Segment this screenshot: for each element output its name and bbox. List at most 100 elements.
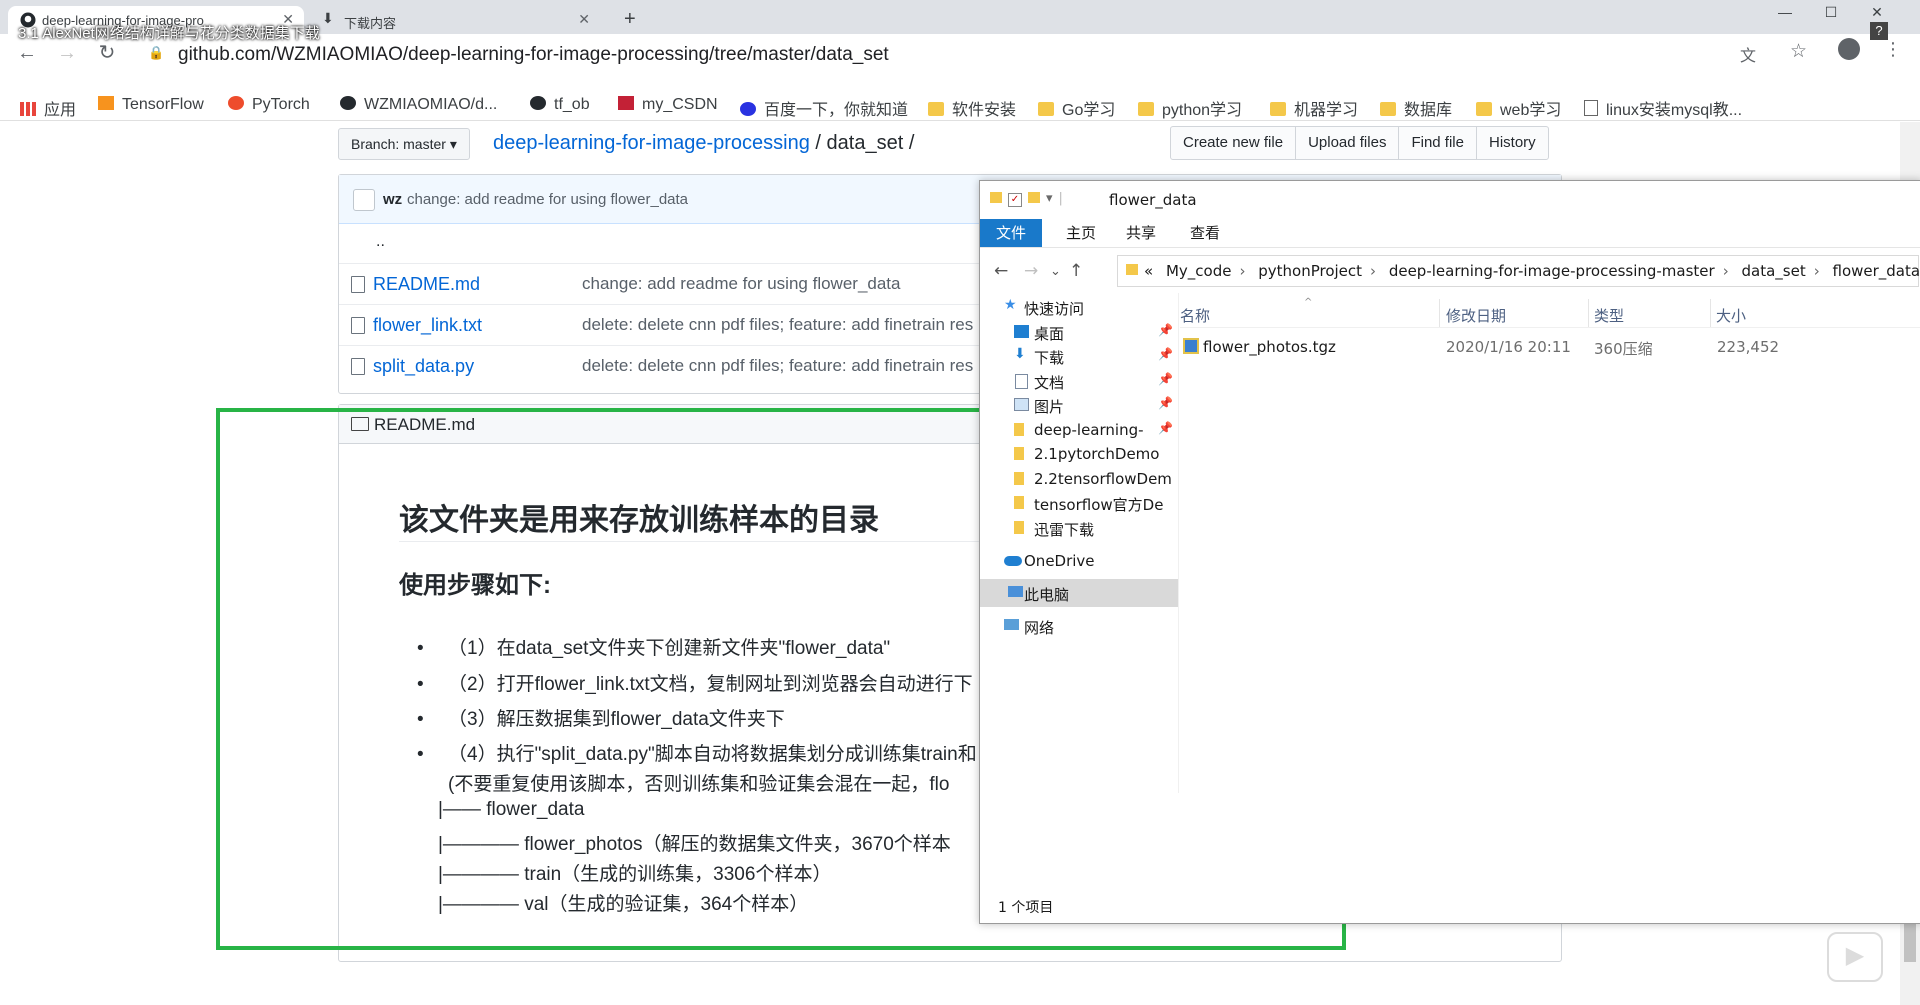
back-icon[interactable]: ← — [994, 261, 1008, 281]
parent-directory-link[interactable]: .. — [376, 233, 385, 251]
close-icon[interactable]: ✕ — [578, 11, 590, 28]
reload-icon[interactable]: ↻ — [94, 40, 120, 66]
path-segment[interactable]: pythonProject — [1258, 262, 1362, 280]
bookmark-apps[interactable]: 应用 — [20, 96, 76, 120]
menu-icon[interactable]: ⋮ — [1884, 39, 1902, 60]
ribbon-tab-view[interactable]: 查看 — [1174, 219, 1236, 247]
commit-message[interactable]: change: add readme for using flower_data — [407, 191, 688, 208]
file-actions: Create new file Upload files Find file H… — [1170, 126, 1549, 160]
nav-folder[interactable]: 迅雷下载 — [980, 514, 1178, 542]
avatar[interactable] — [353, 189, 375, 211]
ribbon-tab-share[interactable]: 共享 — [1110, 219, 1172, 247]
bookmark-folder[interactable]: 数据库 — [1380, 96, 1452, 120]
nav-folder[interactable]: tensorflow官方De — [980, 489, 1178, 517]
bookmark-tensorflow[interactable]: TensorFlow — [98, 96, 204, 114]
file-commit-message[interactable]: change: add readme for using flower_data — [582, 274, 900, 294]
bookmark-pytorch[interactable]: PyTorch — [228, 96, 310, 114]
bookmark-wzmiaomiao[interactable]: WZMIAOMIAO/d... — [340, 96, 497, 114]
translate-icon[interactable]: 文 — [1740, 42, 1756, 66]
nav-quick-access[interactable]: ★ 快速访问 — [980, 293, 1178, 321]
column-divider[interactable] — [1710, 299, 1711, 327]
nav-pictures[interactable]: 图片 📌 — [980, 391, 1178, 419]
chevron-down-icon[interactable]: ⌄ — [1050, 264, 1061, 279]
account-icon[interactable] — [1838, 38, 1860, 60]
upload-files-button[interactable]: Upload files — [1296, 127, 1400, 159]
path-breadcrumb[interactable]: « My_code › pythonProject › deep-learning-… — [1117, 255, 1920, 287]
nav-label: 迅雷下载 — [1034, 521, 1095, 539]
nav-network[interactable]: 网络 — [980, 612, 1178, 640]
file-commit-message[interactable]: delete: delete cnn pdf files; feature: a… — [582, 356, 973, 376]
bookmark-baidu[interactable]: 百度一下，你就知道 — [740, 96, 908, 120]
forward-icon[interactable]: → — [54, 40, 80, 66]
file-row[interactable]: flower_photos.tgz 2020/1/16 20:11 360压缩 … — [1180, 333, 1920, 361]
pin-icon[interactable]: 📌 — [1158, 372, 1173, 386]
bookmark-label: 机器学习 — [1294, 102, 1359, 119]
minimize-icon[interactable]: — — [1762, 4, 1808, 20]
pin-icon[interactable]: 📌 — [1158, 323, 1173, 337]
column-size[interactable]: 大小 — [1716, 305, 1746, 326]
ribbon-tab-home[interactable]: 主页 — [1050, 219, 1112, 247]
ribbon-tab-file[interactable]: 文件 — [980, 219, 1043, 247]
bookmark-folder[interactable]: python学习 — [1138, 96, 1242, 120]
pin-icon[interactable]: 📌 — [1158, 421, 1173, 435]
help-icon[interactable]: ? — [1870, 22, 1888, 40]
path-segment[interactable]: flower_data — [1833, 262, 1920, 280]
repo-link[interactable]: deep-learning-for-image-processing — [493, 132, 810, 154]
column-divider[interactable] — [1439, 299, 1440, 327]
maximize-icon[interactable]: ☐ — [1808, 4, 1854, 21]
back-icon[interactable]: ← — [14, 40, 40, 66]
path-segment[interactable]: deep-learning-for-image-processing-maste… — [1389, 262, 1715, 280]
new-tab-icon[interactable]: + — [624, 8, 636, 31]
file-link[interactable]: split_data.py — [373, 356, 474, 377]
browser-tab-downloads[interactable]: ⬇ 下载内容 ✕ — [310, 6, 600, 34]
pin-icon[interactable]: 📌 — [1158, 396, 1173, 410]
bookmark-my-csdn[interactable]: my_CSDN — [618, 96, 718, 114]
column-divider[interactable] — [1588, 299, 1589, 327]
path-segment[interactable]: My_code — [1166, 262, 1232, 280]
path-segment[interactable]: data_set — [1742, 262, 1806, 280]
lock-icon: 🔒 — [148, 45, 165, 60]
file-link[interactable]: README.md — [373, 274, 480, 295]
folder-icon[interactable] — [990, 192, 1002, 203]
nav-label: OneDrive — [1024, 552, 1095, 570]
close-window-icon[interactable]: ✕ — [1854, 4, 1900, 21]
file-commit-message[interactable]: delete: delete cnn pdf files; feature: a… — [582, 315, 973, 335]
properties-icon[interactable]: ✓ — [1008, 193, 1022, 207]
commit-author[interactable]: wz — [383, 191, 402, 208]
pytorch-icon — [228, 96, 244, 110]
bookmark-folder[interactable]: 机器学习 — [1270, 96, 1358, 120]
create-new-file-button[interactable]: Create new file — [1171, 127, 1297, 159]
history-button[interactable]: History — [1477, 127, 1548, 159]
find-file-button[interactable]: Find file — [1399, 127, 1477, 159]
file-icon — [351, 317, 365, 334]
bookmark-tf-ob[interactable]: tf_ob — [530, 96, 590, 114]
path-overflow[interactable]: « — [1144, 262, 1153, 280]
nav-this-pc[interactable]: 此电脑 — [980, 579, 1178, 607]
nav-onedrive[interactable]: OneDrive — [980, 547, 1178, 575]
url-text[interactable]: github.com/WZMIAOMIAO/deep-learning-for-… — [178, 44, 889, 66]
scrollbar-thumb[interactable] — [1904, 922, 1916, 962]
pin-icon[interactable]: 📌 — [1158, 347, 1173, 361]
folder-icon — [1014, 496, 1024, 509]
bookmark-folder[interactable]: Go学习 — [1038, 96, 1115, 120]
file-link[interactable]: flower_link.txt — [373, 315, 482, 336]
bookmark-star-icon[interactable]: ☆ — [1790, 40, 1807, 63]
bookmark-folder[interactable]: 软件安装 — [928, 96, 1016, 120]
bookmark-folder[interactable]: web学习 — [1476, 96, 1561, 120]
bookmark-linux-mysql[interactable]: linux安装mysql教... — [1584, 96, 1742, 120]
column-type[interactable]: 类型 — [1594, 305, 1624, 326]
forward-icon[interactable]: → — [1024, 261, 1038, 281]
breadcrumb-separator: / — [815, 132, 821, 154]
bookmark-label: tf_ob — [554, 96, 590, 113]
column-name[interactable]: 名称 — [1180, 305, 1210, 326]
chevron-down-icon[interactable]: ▾ — [1046, 191, 1053, 206]
branch-select-button[interactable]: Branch: master ▾ — [338, 128, 470, 160]
new-folder-icon[interactable] — [1028, 192, 1040, 203]
file-name[interactable]: flower_photos.tgz — [1203, 338, 1336, 356]
column-date-modified[interactable]: 修改日期 — [1446, 305, 1506, 326]
address-bar[interactable]: 🔒 github.com/WZMIAOMIAO/deep-learning-fo… — [140, 39, 1850, 67]
play-icon[interactable]: ▶ — [1827, 932, 1883, 982]
nav-downloads[interactable]: ⬇ 下载 📌 — [980, 342, 1178, 370]
up-icon[interactable]: ↑ — [1069, 261, 1083, 281]
nav-folder[interactable]: 2.1pytorchDemo — [980, 440, 1178, 468]
